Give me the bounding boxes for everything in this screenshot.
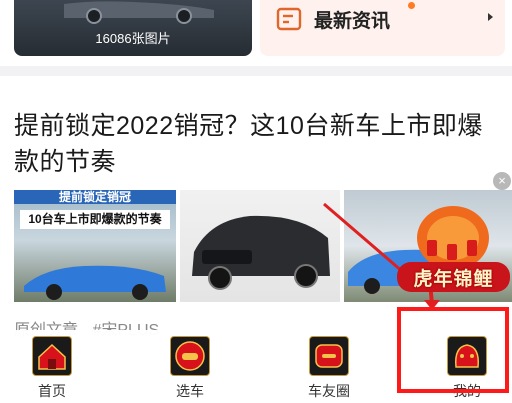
promo-badge[interactable]: 虎年锦鲤 — [395, 196, 512, 306]
nav-mine[interactable]: 我的 — [427, 330, 507, 403]
nav-home[interactable]: 首页 — [12, 330, 92, 403]
chevron-right-icon — [488, 13, 493, 21]
black-suv-image — [192, 215, 330, 290]
blue-car-image — [24, 265, 166, 300]
nav-car-circle-label: 车友圈 — [308, 383, 350, 399]
nav-car-circle[interactable]: 车友圈 — [289, 330, 369, 403]
news-unread-dot — [408, 2, 415, 9]
nav-select-car-label: 选车 — [176, 383, 204, 399]
news-card[interactable]: 最新资讯 — [260, 0, 505, 56]
nav-mine-label: 我的 — [453, 383, 481, 399]
car-circle-icon — [309, 336, 349, 376]
home-icon — [32, 336, 72, 376]
nav-select-car[interactable]: 选车 — [150, 330, 230, 403]
top-cards: 16086张图片 最新资讯 — [0, 0, 512, 62]
section-divider — [0, 66, 512, 76]
gallery-count: 16086张图片 — [95, 31, 171, 46]
thumbnail-1: 提前锁定销冠 10台车上市即爆款的节奏 — [14, 190, 176, 302]
article-title[interactable]: 提前锁定2022销冠？这10台新车上市即爆款的节奏 — [14, 108, 504, 180]
bottom-nav: 首页 选车 车友圈 我的 — [0, 330, 512, 403]
news-icon — [276, 7, 302, 31]
promo-text: 虎年锦鲤 — [413, 269, 494, 290]
profile-icon — [447, 336, 487, 376]
close-promo-button[interactable]: × — [493, 172, 511, 190]
car-image — [64, 1, 214, 24]
news-title: 最新资讯 — [314, 11, 391, 32]
nav-home-label: 首页 — [38, 383, 66, 399]
select-car-icon — [170, 336, 210, 376]
thumbnail-2 — [180, 190, 340, 302]
gallery-card[interactable]: 16086张图片 — [14, 0, 252, 56]
